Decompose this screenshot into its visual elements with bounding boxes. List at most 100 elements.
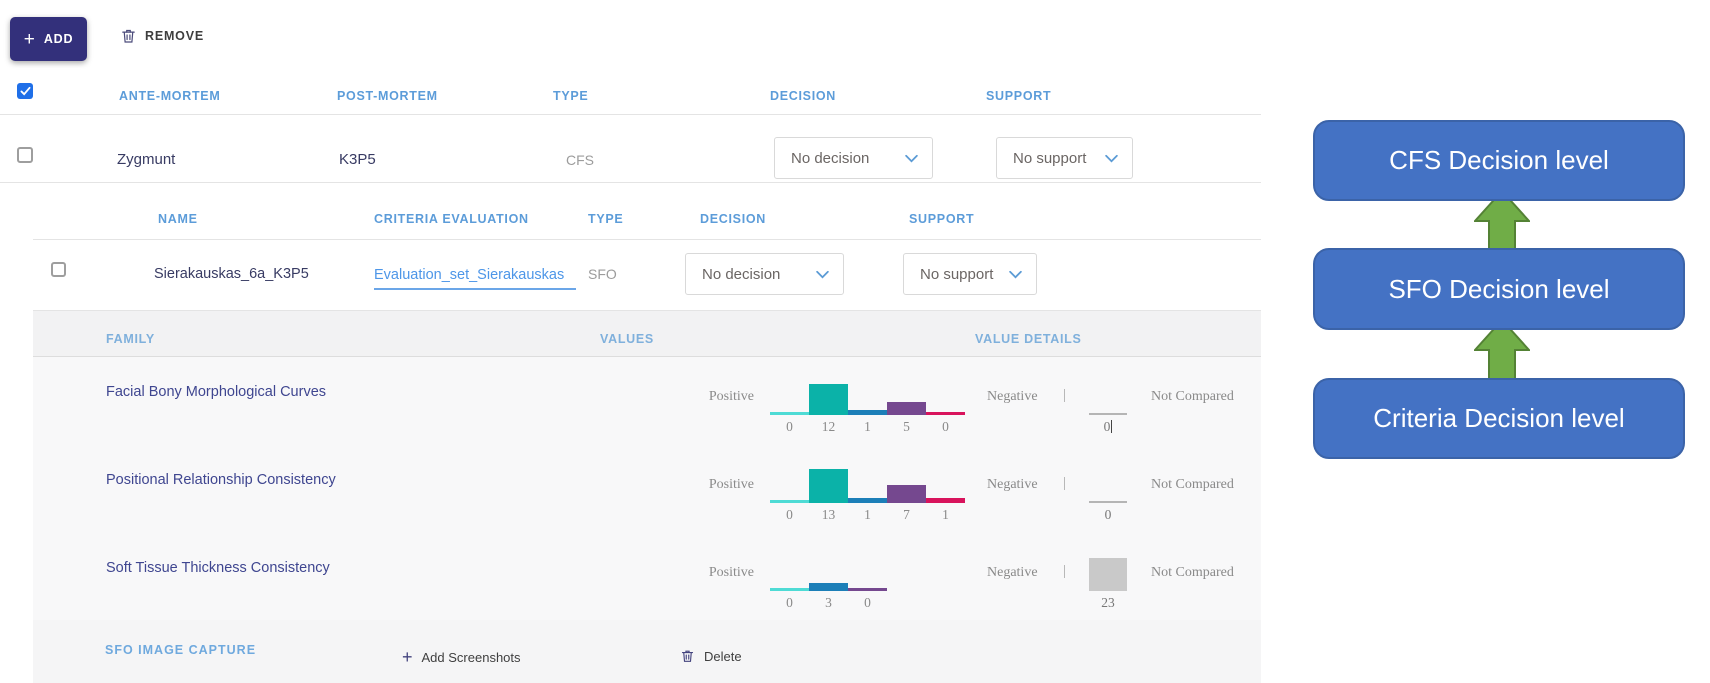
column-header-decision: DECISION — [770, 89, 836, 103]
histogram-bar — [809, 469, 848, 503]
histogram-value: 3 — [809, 595, 848, 611]
capture-title: SFO IMAGE CAPTURE — [105, 643, 256, 657]
sfo-decision-value: No decision — [702, 266, 780, 283]
remove-label: REMOVE — [145, 29, 204, 43]
chevron-down-icon — [1008, 270, 1023, 279]
add-button[interactable]: + ADD — [10, 17, 87, 61]
name-value: Sierakauskas_6a_K3P5 — [154, 266, 309, 282]
select-all-checkbox[interactable] — [17, 83, 33, 99]
delete-button[interactable]: Delete — [680, 648, 742, 664]
not-compared-label: Not Compared — [1151, 477, 1234, 493]
histogram-value: 12 — [809, 419, 848, 435]
cfs-decision-value: No decision — [791, 150, 869, 167]
column-header-support: SUPPORT — [986, 89, 1051, 103]
histogram-bar — [809, 583, 848, 591]
histogram-value: 0 — [770, 507, 809, 523]
not-compared-value[interactable]: 0 — [1089, 507, 1127, 523]
screen: + ADD REMOVE ANTE-MORTEM POST-MORTEM TYP… — [0, 0, 1710, 683]
sfo-support-value: No support — [920, 266, 993, 283]
histogram-value: 0 — [926, 419, 965, 435]
not-compared-label: Not Compared — [1151, 389, 1234, 405]
ante-mortem-value: Zygmunt — [117, 151, 175, 168]
histogram-values: 013171 — [770, 507, 965, 523]
cfs-decision-select[interactable]: No decision — [774, 137, 933, 179]
histogram-value: 0 — [770, 419, 809, 435]
histogram-value: 13 — [809, 507, 848, 523]
chevron-down-icon — [904, 154, 919, 163]
negative-label: Negative — [987, 477, 1038, 493]
delete-label: Delete — [704, 649, 742, 664]
histogram-values: 012150 — [770, 419, 965, 435]
family-label: Positional Relationship Consistency — [106, 472, 336, 488]
column-header-post-mortem: POST-MORTEM — [337, 89, 438, 103]
text-caret — [1111, 420, 1112, 433]
histogram-bar — [848, 410, 887, 415]
check-icon — [20, 86, 31, 96]
column-header-sfo-decision: DECISION — [700, 212, 766, 226]
histogram-value: 1 — [848, 419, 887, 435]
not-compared-value[interactable]: 23 — [1089, 595, 1127, 611]
plus-icon: + — [402, 648, 413, 666]
separator-pipe: | — [1063, 387, 1066, 404]
criteria-header-row: FAMILY VALUES VALUE DETAILS — [33, 311, 1261, 357]
sfo-row-checkbox[interactable] — [51, 262, 66, 277]
add-screenshots-button[interactable]: + Add Screenshots — [402, 648, 521, 666]
type-value: CFS — [566, 152, 594, 168]
chevron-down-icon — [1104, 154, 1119, 163]
histogram-value: 7 — [887, 507, 926, 523]
histogram-bar — [770, 500, 809, 503]
diagram-box-label: CFS Decision level — [1389, 145, 1609, 176]
criteria-rows: Facial Bony Morphological CurvesPositive… — [33, 357, 1261, 621]
histogram-bar — [770, 412, 809, 415]
not-compared-label: Not Compared — [1151, 565, 1234, 581]
histogram-value: 1 — [848, 507, 887, 523]
column-header-sfo-support: SUPPORT — [909, 212, 974, 226]
diagram-box-label: SFO Decision level — [1388, 274, 1609, 305]
plus-icon: + — [24, 30, 35, 49]
histogram-bar — [887, 402, 926, 415]
family-label: Soft Tissue Thickness Consistency — [106, 560, 330, 576]
column-header-sfo-type: TYPE — [588, 212, 623, 226]
remove-button[interactable]: REMOVE — [120, 27, 204, 45]
criteria-evaluation-input[interactable]: Evaluation_set_Sierakauskas — [374, 256, 576, 290]
trash-icon — [120, 27, 137, 45]
diagram-box-criteria: Criteria Decision level — [1313, 378, 1685, 459]
histogram-bar — [887, 485, 926, 503]
positive-label: Positive — [633, 389, 754, 405]
add-screenshots-label: Add Screenshots — [422, 650, 521, 665]
negative-label: Negative — [987, 565, 1038, 581]
chevron-down-icon — [815, 270, 830, 279]
criteria-row: Soft Tissue Thickness Consistency Positiv… — [33, 533, 1261, 621]
histogram-bar — [926, 498, 965, 503]
histogram-bar — [809, 384, 848, 415]
histogram-bar — [848, 498, 887, 503]
column-header-name: NAME — [158, 212, 198, 226]
histogram-bar — [848, 588, 887, 591]
column-header-value-details: VALUE DETAILS — [975, 332, 1082, 346]
not-compared-value[interactable]: 0 — [1089, 419, 1127, 435]
positive-label: Positive — [633, 565, 754, 581]
not-compared-bar — [1089, 413, 1127, 415]
not-compared-bar — [1089, 501, 1127, 503]
not-compared-bar — [1089, 558, 1127, 591]
histogram-value: 1 — [926, 507, 965, 523]
column-header-type: TYPE — [553, 89, 588, 103]
sfo-support-select[interactable]: No support — [903, 253, 1037, 295]
negative-label: Negative — [987, 389, 1038, 405]
column-header-criteria-evaluation: CRITERIA EVALUATION — [374, 212, 529, 226]
sfo-type-value: SFO — [588, 266, 617, 282]
separator-pipe: | — [1063, 563, 1066, 580]
histogram — [770, 533, 887, 591]
add-button-label: ADD — [44, 32, 73, 46]
row-checkbox[interactable] — [17, 147, 33, 163]
histogram-bar — [770, 588, 809, 591]
trash-icon — [680, 648, 695, 664]
diagram-box-sfo: SFO Decision level — [1313, 248, 1685, 330]
cfs-support-select[interactable]: No support — [996, 137, 1133, 179]
positive-label: Positive — [633, 477, 754, 493]
separator-pipe: | — [1063, 475, 1066, 492]
column-header-family: FAMILY — [106, 332, 155, 346]
sfo-decision-select[interactable]: No decision — [685, 253, 844, 295]
post-mortem-value: K3P5 — [339, 151, 376, 168]
column-header-ante-mortem: ANTE-MORTEM — [119, 89, 220, 103]
